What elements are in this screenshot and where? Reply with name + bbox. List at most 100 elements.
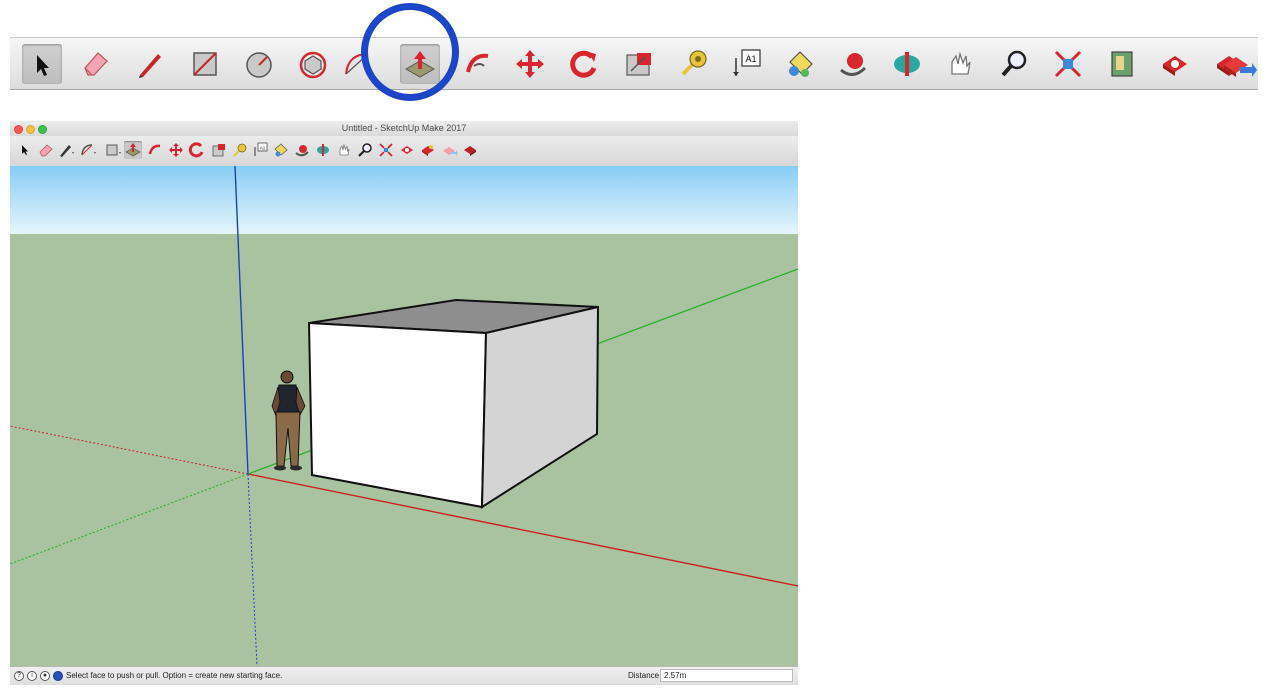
arrow-pointer-icon <box>22 145 28 155</box>
eraser-icon <box>39 144 53 157</box>
small-extension-manager-button[interactable] <box>461 141 479 159</box>
small-text-tool-button[interactable]: A1 <box>251 141 269 159</box>
small-arc-tool-button[interactable] <box>79 141 97 159</box>
small-zoom-extents-tool-button[interactable] <box>377 141 395 159</box>
small-orbit-tool-button[interactable] <box>293 141 311 159</box>
orbit-icon <box>295 145 309 157</box>
zoom-extents-icon <box>1054 50 1082 78</box>
small-move-tool-button[interactable] <box>167 141 185 159</box>
position-camera-tool-button[interactable] <box>1102 44 1142 84</box>
pan-icon <box>317 144 329 156</box>
paint-bucket-tool-button[interactable] <box>780 44 820 84</box>
select-tool-button[interactable] <box>22 44 62 84</box>
tape-measure-tool-button[interactable] <box>673 44 713 84</box>
sketchup-window: Untitled - SketchUp Make 2017 A1 ? i ● S… <box>10 121 798 685</box>
walk-tool-button[interactable] <box>940 44 980 84</box>
text-label-icon: A1 <box>254 142 268 156</box>
eraser-tool-button[interactable] <box>76 44 116 84</box>
share-model-button[interactable] <box>1218 43 1258 83</box>
small-line-tool-button[interactable] <box>57 141 75 159</box>
small-rotate-tool-button[interactable] <box>188 141 206 159</box>
arc-tool-button[interactable] <box>338 44 378 84</box>
circle-icon <box>246 52 272 78</box>
small-walk-tool-button[interactable] <box>335 141 353 159</box>
paint-bucket-icon <box>274 143 288 157</box>
small-eraser-tool-button[interactable] <box>37 141 55 159</box>
rotate-tool-button[interactable] <box>564 44 604 84</box>
small-3d-warehouse-button[interactable] <box>398 141 416 159</box>
scale-icon <box>212 144 225 157</box>
move-tool-button[interactable] <box>510 44 550 84</box>
share-model-icon <box>443 147 458 156</box>
credits-icon[interactable]: i <box>27 671 37 681</box>
pencil-icon <box>60 145 74 157</box>
small-paint-bucket-tool-button[interactable] <box>272 141 290 159</box>
small-scale-tool-button[interactable] <box>210 141 228 159</box>
zoom-extents-tool-button[interactable] <box>1048 44 1088 84</box>
pencil-icon <box>139 54 161 78</box>
status-hint-text: Select face to push or pull. Option = cr… <box>66 671 283 680</box>
scene-canvas <box>10 166 798 666</box>
user-account-icon[interactable]: ● <box>40 671 50 681</box>
scale-icon <box>626 53 651 76</box>
svg-text:A1: A1 <box>260 146 266 151</box>
rotate-icon <box>570 50 597 78</box>
pan-icon <box>894 52 920 76</box>
circle-tool-button[interactable] <box>239 44 279 84</box>
measurements-box[interactable]: 2.57m <box>660 669 793 682</box>
small-select-tool-button[interactable] <box>16 141 34 159</box>
map-icon <box>1111 51 1133 77</box>
polygon-icon <box>299 51 327 79</box>
rotate-icon <box>188 142 204 158</box>
box-front-face[interactable] <box>307 321 488 509</box>
small-extension-warehouse-button[interactable] <box>419 141 437 159</box>
zoom-extents-icon <box>379 143 393 157</box>
zoom-window-button[interactable] <box>38 125 47 134</box>
title-bar: Untitled - SketchUp Make 2017 <box>10 121 798 136</box>
follow-me-icon <box>148 144 161 155</box>
small-rectangle-tool-button[interactable] <box>104 141 122 159</box>
svg-text:A1: A1 <box>745 54 756 64</box>
small-zoom-tool-button[interactable] <box>356 141 374 159</box>
small-tape-measure-tool-button[interactable] <box>231 141 249 159</box>
orbit-tool-button[interactable] <box>833 44 873 84</box>
move-arrows-icon <box>169 143 183 157</box>
3d-viewport[interactable] <box>10 166 798 666</box>
extension-icon <box>422 145 434 156</box>
warehouse-icon <box>401 146 413 154</box>
push-pull-tool-button[interactable] <box>400 44 440 84</box>
move-arrows-icon <box>516 50 544 78</box>
window-title: Untitled - SketchUp Make 2017 <box>341 123 467 133</box>
zoomed-toolbar: A1 <box>10 37 1258 90</box>
text-label-icon: A1 <box>733 49 761 76</box>
rectangle-icon <box>193 52 217 76</box>
line-tool-button[interactable] <box>130 44 170 84</box>
text-tool-button[interactable]: A1 <box>726 44 766 84</box>
minimize-window-button[interactable] <box>26 125 35 134</box>
arc-icon <box>345 53 369 75</box>
polygon-tool-button[interactable] <box>293 44 333 84</box>
rectangle-icon <box>106 144 121 156</box>
share-model-icon <box>1224 57 1257 77</box>
pan-tool-button[interactable] <box>887 44 927 84</box>
hand-icon <box>339 143 350 156</box>
small-follow-me-tool-button[interactable] <box>146 141 164 159</box>
hand-icon <box>951 51 971 75</box>
help-icon[interactable] <box>53 671 63 681</box>
follow-me-tool-button[interactable] <box>458 44 498 84</box>
arc-icon <box>81 144 96 156</box>
push-pull-icon <box>125 143 141 157</box>
status-bar: ? i ● Select face to push or pull. Optio… <box>10 666 798 685</box>
tape-measure-icon <box>233 143 247 157</box>
small-pan-tool-button[interactable] <box>314 141 332 159</box>
geo-location-icon[interactable]: ? <box>14 671 24 681</box>
close-window-button[interactable] <box>14 125 23 134</box>
rectangle-tool-button[interactable] <box>185 44 225 84</box>
extension-manager-icon <box>464 146 476 156</box>
main-toolbar: A1 <box>10 136 798 167</box>
zoom-tool-button[interactable] <box>994 44 1034 84</box>
3d-warehouse-button[interactable] <box>1155 44 1195 84</box>
scale-tool-button[interactable] <box>619 44 659 84</box>
small-share-model-button[interactable] <box>440 141 458 159</box>
small-push-pull-tool-button[interactable] <box>124 141 142 159</box>
